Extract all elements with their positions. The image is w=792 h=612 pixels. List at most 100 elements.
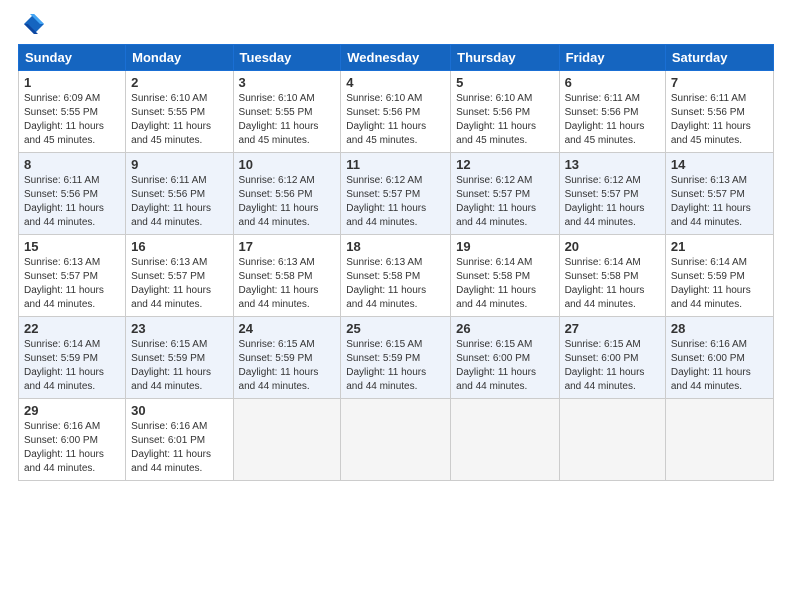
day-number: 19 — [456, 239, 553, 254]
day-number: 24 — [239, 321, 336, 336]
day-info: Sunrise: 6:10 AMSunset: 5:56 PMDaylight:… — [346, 92, 445, 148]
day-info: Sunrise: 6:16 AMSunset: 6:00 PMDaylight:… — [24, 420, 120, 476]
calendar-cell: 14Sunrise: 6:13 AMSunset: 5:57 PMDayligh… — [665, 153, 773, 235]
calendar-cell: 30 Sunrise: 6:16 AMSunset: 6:01 PMDayligh… — [126, 399, 233, 481]
day-number: 20 — [565, 239, 660, 254]
calendar-cell: 21 Sunrise: 6:14 AMSunset: 5:59 PMDayligh… — [665, 235, 773, 317]
calendar-cell: 24 Sunrise: 6:15 AMSunset: 5:59 PMDayligh… — [233, 317, 341, 399]
day-number: 8 — [24, 157, 120, 172]
calendar-cell: 7 Sunrise: 6:11 AMSunset: 5:56 PMDaylight… — [665, 71, 773, 153]
week-row-4: 22 Sunrise: 6:14 AMSunset: 5:59 PMDayligh… — [19, 317, 774, 399]
calendar-cell — [451, 399, 559, 481]
day-info: Sunrise: 6:13 AMSunset: 5:57 PMDaylight:… — [131, 256, 227, 312]
day-number: 13 — [565, 157, 660, 172]
day-info: Sunrise: 6:15 AMSunset: 6:00 PMDaylight:… — [456, 338, 553, 394]
calendar-cell: 16 Sunrise: 6:13 AMSunset: 5:57 PMDayligh… — [126, 235, 233, 317]
col-header-saturday: Saturday — [665, 45, 773, 71]
col-header-wednesday: Wednesday — [341, 45, 451, 71]
calendar-cell — [233, 399, 341, 481]
calendar-cell: 10Sunrise: 6:12 AMSunset: 5:56 PMDayligh… — [233, 153, 341, 235]
day-number: 15 — [24, 239, 120, 254]
calendar-cell: 17 Sunrise: 6:13 AMSunset: 5:58 PMDayligh… — [233, 235, 341, 317]
day-info: Sunrise: 6:10 AMSunset: 5:55 PMDaylight:… — [131, 92, 227, 148]
calendar-cell: 13Sunrise: 6:12 AMSunset: 5:57 PMDayligh… — [559, 153, 665, 235]
day-number: 21 — [671, 239, 768, 254]
day-info: Sunrise: 6:15 AMSunset: 5:59 PMDaylight:… — [239, 338, 336, 394]
day-info: Sunrise: 6:10 AMSunset: 5:55 PMDaylight:… — [239, 92, 336, 148]
day-number: 30 — [131, 403, 227, 418]
calendar-cell: 6Sunrise: 6:11 AMSunset: 5:56 PMDaylight… — [559, 71, 665, 153]
day-number: 11 — [346, 157, 445, 172]
header — [18, 10, 774, 38]
week-row-5: 29 Sunrise: 6:16 AMSunset: 6:00 PMDayligh… — [19, 399, 774, 481]
col-header-friday: Friday — [559, 45, 665, 71]
day-info: Sunrise: 6:10 AMSunset: 5:56 PMDaylight:… — [456, 92, 553, 148]
col-header-sunday: Sunday — [19, 45, 126, 71]
calendar-cell: 9Sunrise: 6:11 AMSunset: 5:56 PMDaylight… — [126, 153, 233, 235]
calendar-cell: 18 Sunrise: 6:13 AMSunset: 5:58 PMDayligh… — [341, 235, 451, 317]
day-info: Sunrise: 6:09 AMSunset: 5:55 PMDaylight:… — [24, 92, 120, 148]
day-number: 29 — [24, 403, 120, 418]
calendar-cell — [559, 399, 665, 481]
day-number: 4 — [346, 75, 445, 90]
day-number: 26 — [456, 321, 553, 336]
day-info: Sunrise: 6:12 AMSunset: 5:56 PMDaylight:… — [239, 174, 336, 230]
day-number: 23 — [131, 321, 227, 336]
day-number: 17 — [239, 239, 336, 254]
day-info: Sunrise: 6:12 AMSunset: 5:57 PMDaylight:… — [346, 174, 445, 230]
day-info: Sunrise: 6:14 AMSunset: 5:58 PMDaylight:… — [456, 256, 553, 312]
calendar-table: SundayMondayTuesdayWednesdayThursdayFrid… — [18, 44, 774, 481]
day-info: Sunrise: 6:14 AMSunset: 5:59 PMDaylight:… — [671, 256, 768, 312]
calendar-cell: 15 Sunrise: 6:13 AMSunset: 5:57 PMDayligh… — [19, 235, 126, 317]
day-info: Sunrise: 6:11 AMSunset: 5:56 PMDaylight:… — [24, 174, 120, 230]
day-number: 16 — [131, 239, 227, 254]
day-number: 1 — [24, 75, 120, 90]
calendar-cell — [665, 399, 773, 481]
day-number: 12 — [456, 157, 553, 172]
calendar-cell: 8 Sunrise: 6:11 AMSunset: 5:56 PMDaylight… — [19, 153, 126, 235]
day-number: 22 — [24, 321, 120, 336]
calendar-cell: 26 Sunrise: 6:15 AMSunset: 6:00 PMDayligh… — [451, 317, 559, 399]
day-info: Sunrise: 6:11 AMSunset: 5:56 PMDaylight:… — [565, 92, 660, 148]
day-info: Sunrise: 6:12 AMSunset: 5:57 PMDaylight:… — [456, 174, 553, 230]
calendar-cell: 5 Sunrise: 6:10 AMSunset: 5:56 PMDaylight… — [451, 71, 559, 153]
calendar-cell: 12 Sunrise: 6:12 AMSunset: 5:57 PMDayligh… — [451, 153, 559, 235]
calendar-cell: 19 Sunrise: 6:14 AMSunset: 5:58 PMDayligh… — [451, 235, 559, 317]
calendar-cell: 25 Sunrise: 6:15 AMSunset: 5:59 PMDayligh… — [341, 317, 451, 399]
week-row-2: 8 Sunrise: 6:11 AMSunset: 5:56 PMDaylight… — [19, 153, 774, 235]
day-number: 3 — [239, 75, 336, 90]
calendar-cell — [341, 399, 451, 481]
day-number: 25 — [346, 321, 445, 336]
day-info: Sunrise: 6:13 AMSunset: 5:57 PMDaylight:… — [24, 256, 120, 312]
day-info: Sunrise: 6:11 AMSunset: 5:56 PMDaylight:… — [131, 174, 227, 230]
col-header-tuesday: Tuesday — [233, 45, 341, 71]
calendar-cell: 1 Sunrise: 6:09 AMSunset: 5:55 PMDaylight… — [19, 71, 126, 153]
day-number: 5 — [456, 75, 553, 90]
week-row-3: 15 Sunrise: 6:13 AMSunset: 5:57 PMDayligh… — [19, 235, 774, 317]
calendar-cell: 29 Sunrise: 6:16 AMSunset: 6:00 PMDayligh… — [19, 399, 126, 481]
day-info: Sunrise: 6:13 AMSunset: 5:57 PMDaylight:… — [671, 174, 768, 230]
calendar-cell: 11 Sunrise: 6:12 AMSunset: 5:57 PMDayligh… — [341, 153, 451, 235]
calendar-cell: 22 Sunrise: 6:14 AMSunset: 5:59 PMDayligh… — [19, 317, 126, 399]
day-info: Sunrise: 6:15 AMSunset: 5:59 PMDaylight:… — [131, 338, 227, 394]
header-row: SundayMondayTuesdayWednesdayThursdayFrid… — [19, 45, 774, 71]
day-number: 27 — [565, 321, 660, 336]
day-info: Sunrise: 6:13 AMSunset: 5:58 PMDaylight:… — [239, 256, 336, 312]
calendar-cell: 27 Sunrise: 6:15 AMSunset: 6:00 PMDayligh… — [559, 317, 665, 399]
day-info: Sunrise: 6:15 AMSunset: 5:59 PMDaylight:… — [346, 338, 445, 394]
calendar-cell: 23 Sunrise: 6:15 AMSunset: 5:59 PMDayligh… — [126, 317, 233, 399]
day-number: 28 — [671, 321, 768, 336]
week-row-1: 1 Sunrise: 6:09 AMSunset: 5:55 PMDaylight… — [19, 71, 774, 153]
day-info: Sunrise: 6:15 AMSunset: 6:00 PMDaylight:… — [565, 338, 660, 394]
day-info: Sunrise: 6:14 AMSunset: 5:58 PMDaylight:… — [565, 256, 660, 312]
day-info: Sunrise: 6:13 AMSunset: 5:58 PMDaylight:… — [346, 256, 445, 312]
calendar-cell: 2Sunrise: 6:10 AMSunset: 5:55 PMDaylight… — [126, 71, 233, 153]
calendar-cell: 28Sunrise: 6:16 AMSunset: 6:00 PMDayligh… — [665, 317, 773, 399]
day-info: Sunrise: 6:11 AMSunset: 5:56 PMDaylight:… — [671, 92, 768, 148]
day-info: Sunrise: 6:16 AMSunset: 6:01 PMDaylight:… — [131, 420, 227, 476]
day-number: 7 — [671, 75, 768, 90]
calendar-cell: 4 Sunrise: 6:10 AMSunset: 5:56 PMDaylight… — [341, 71, 451, 153]
logo-area — [18, 10, 50, 38]
day-info: Sunrise: 6:14 AMSunset: 5:59 PMDaylight:… — [24, 338, 120, 394]
day-number: 18 — [346, 239, 445, 254]
